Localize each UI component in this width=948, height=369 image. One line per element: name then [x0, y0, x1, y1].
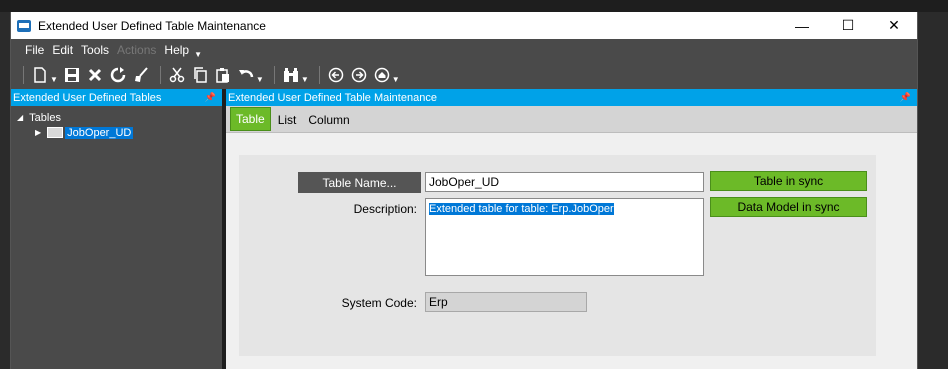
desktop-background: Extended User Defined Table Maintenance … [0, 0, 948, 369]
tree-node-joboper-ud[interactable]: ▶ JobOper_UD [11, 125, 222, 140]
app-window: Extended User Defined Table Maintenance … [10, 12, 918, 369]
table-sync-status: Table in sync [710, 171, 867, 191]
left-panel-title: Extended User Defined Tables [13, 91, 162, 104]
menu-tools[interactable]: Tools [81, 43, 109, 57]
clear-icon[interactable] [131, 65, 151, 85]
search-dropdown-chevron-icon[interactable]: ▼ [301, 75, 309, 84]
toolbar-separator [273, 66, 275, 84]
minimize-button[interactable]: — [779, 12, 825, 39]
right-maintenance-panel: Extended User Defined Table Maintenance … [226, 89, 917, 369]
description-value: Extended table for table: Erp.JobOper [429, 203, 614, 215]
right-panel-header: Extended User Defined Table Maintenance … [226, 89, 917, 106]
table-name-button[interactable]: Table Name... [298, 172, 421, 193]
tab-table[interactable]: Table [230, 107, 271, 131]
left-panel-header: Extended User Defined Tables 📌 [11, 89, 222, 106]
refresh-icon[interactable] [108, 65, 128, 85]
collapsed-arrow-icon[interactable]: ▶ [35, 128, 41, 137]
left-tree-panel: Extended User Defined Tables 📌 ◢ Tables … [11, 89, 222, 369]
desktop-strip [0, 0, 948, 12]
table-form: Table Name... JobOper_UD Description: Ex… [239, 155, 876, 356]
menu-file[interactable]: File [25, 43, 44, 57]
description-label: Description: [353, 202, 417, 216]
back-icon[interactable] [326, 65, 346, 85]
menu-edit[interactable]: Edit [52, 43, 73, 57]
table-tree: ◢ Tables ▶ JobOper_UD [11, 106, 222, 140]
tab-list[interactable]: List [273, 108, 302, 132]
paste-icon[interactable] [213, 65, 233, 85]
menu-actions: Actions [117, 43, 157, 57]
new-icon[interactable] [30, 65, 50, 85]
table-name-field[interactable]: JobOper_UD [425, 172, 704, 192]
cut-icon[interactable] [167, 65, 187, 85]
pin-icon[interactable]: 📌 [900, 92, 911, 103]
tab-column[interactable]: Column [303, 108, 354, 132]
desktop-edge [918, 12, 948, 369]
search-icon[interactable] [281, 65, 301, 85]
tree-node-tables[interactable]: ◢ Tables [11, 110, 222, 125]
menu-overflow-chevron-icon[interactable]: ▼ [194, 50, 202, 59]
menu-help[interactable]: Help [164, 43, 189, 57]
copy-icon[interactable] [190, 65, 210, 85]
tree-node-label: JobOper_UD [65, 126, 134, 139]
tree-node-label: Tables [29, 111, 61, 124]
data-model-sync-status: Data Model in sync [710, 197, 867, 217]
toolbar-separator [159, 66, 161, 84]
tab-bar: Table List Column [226, 106, 917, 133]
toolbar-separator [318, 66, 320, 84]
new-dropdown-chevron-icon[interactable]: ▼ [50, 75, 58, 84]
window-title: Extended User Defined Table Maintenance [38, 18, 266, 33]
table-folder-icon [47, 127, 64, 138]
menu-bar: File Edit Tools Actions Help ▼ [11, 39, 917, 61]
maximize-button[interactable]: ☐ [825, 12, 871, 39]
title-bar: Extended User Defined Table Maintenance … [11, 12, 917, 39]
description-textarea[interactable]: Extended table for table: Erp.JobOper [425, 198, 704, 276]
app-icon [17, 19, 31, 32]
close-button[interactable]: ✕ [871, 12, 917, 39]
home-dropdown-chevron-icon[interactable]: ▼ [392, 75, 400, 84]
toolbar: ▼ ▼ ▼ ▼ [11, 61, 917, 89]
save-icon[interactable] [62, 65, 82, 85]
right-panel-title: Extended User Defined Table Maintenance [228, 91, 437, 104]
undo-dropdown-chevron-icon[interactable]: ▼ [256, 75, 264, 84]
delete-icon[interactable] [85, 65, 105, 85]
system-code-label: System Code: [341, 296, 417, 310]
home-icon[interactable] [372, 65, 392, 85]
undo-icon[interactable] [236, 65, 256, 85]
system-code-field: Erp [425, 292, 587, 312]
expanded-arrow-icon[interactable]: ◢ [17, 113, 23, 122]
pin-icon[interactable]: 📌 [205, 92, 216, 103]
toolbar-separator [23, 66, 24, 84]
forward-icon[interactable] [349, 65, 369, 85]
